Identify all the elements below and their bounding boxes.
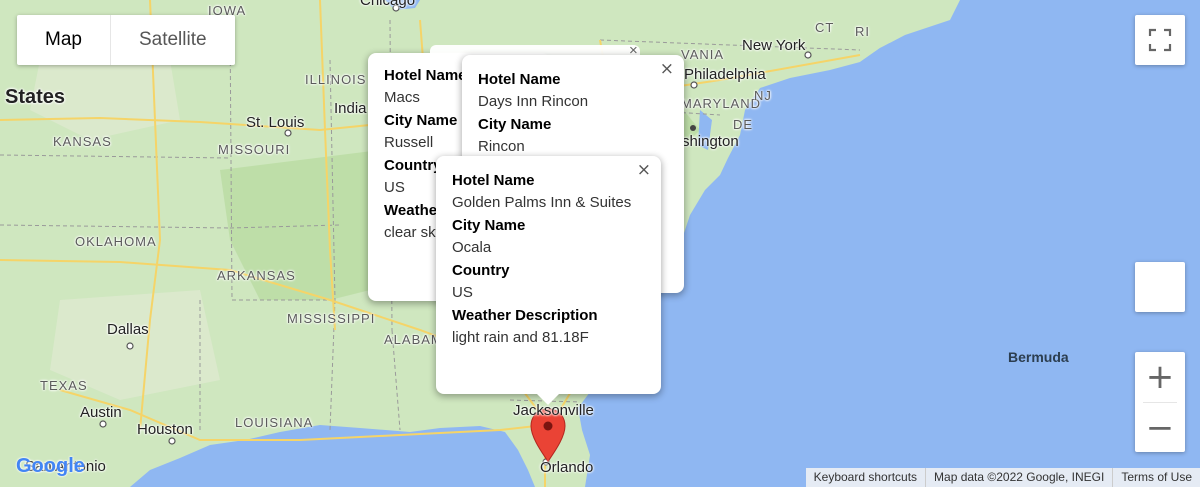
state-label-connecticut: CT [815, 20, 835, 35]
city-label-chicago: Chicago [360, 0, 416, 9]
info-key: City Name [478, 116, 552, 133]
state-label-oklahoma: OKLAHOMA [75, 234, 157, 249]
state-label-missouri: MISSOURI [218, 142, 291, 157]
city-label-houston: Houston [137, 421, 193, 438]
city-label-indianapolis: India [334, 100, 367, 117]
state-label-illinois: ILLINOIS [305, 72, 367, 87]
info-key: Hotel Name [478, 71, 561, 88]
info-key: Country [452, 262, 510, 279]
google-logo-text: Google [16, 455, 85, 477]
state-label-rhode-island: RI [855, 24, 870, 39]
state-label-texas: TEXAS [40, 378, 88, 393]
state-label-delaware: DE [733, 117, 754, 132]
country-label: States [5, 86, 66, 108]
fullscreen-button[interactable] [1135, 15, 1185, 65]
close-icon[interactable]: × [637, 160, 651, 180]
map-type-satellite-button[interactable]: Satellite [109, 15, 235, 65]
state-label-pennsylvania: VANIA [681, 47, 725, 62]
city-label-orlando: Orlando [540, 459, 594, 476]
map-data-text: Map data ©2022 Google, INEGI [925, 468, 1112, 487]
state-label-new-jersey: NJ [754, 88, 772, 103]
map-type-map-button[interactable]: Map [17, 15, 110, 65]
info-value: Days Inn Rincon [478, 93, 589, 110]
info-key: Weather Description [452, 307, 598, 324]
city-label-philadelphia: Philadelphia [684, 66, 766, 83]
info-key: City Name [452, 217, 526, 234]
pegman-button[interactable] [1135, 262, 1185, 312]
state-label-louisiana: LOUISIANA [235, 415, 314, 430]
info-value: Ocala [452, 239, 492, 256]
info-window-pointer [536, 393, 560, 405]
zoom-out-button[interactable]: − [1135, 403, 1185, 453]
info-value: light rain and 81.18F [452, 329, 589, 346]
info-window-golden-palms: × Hotel Name Golden Palms Inn & Suites C… [436, 156, 661, 394]
info-value: US [452, 284, 473, 301]
state-label-mississippi: MISSISSIPPI [287, 311, 376, 326]
google-logo: Google [16, 455, 85, 478]
ocean-label-bermuda: Bermuda [1008, 349, 1069, 365]
close-icon[interactable]: × [660, 59, 674, 79]
map-canvas[interactable]: IOWA Chicago States ILLINOIS India KANSA… [0, 0, 1200, 487]
state-label-maryland: MARYLAND [681, 96, 762, 111]
fullscreen-icon [1148, 28, 1172, 52]
city-label-st-louis: St. Louis [246, 114, 305, 131]
attribution-bar: Keyboard shortcuts Map data ©2022 Google… [805, 468, 1200, 487]
city-label-dallas: Dallas [107, 321, 149, 338]
info-key: Hotel Name [452, 172, 535, 189]
city-label-new-york: New York [742, 37, 806, 54]
zoom-in-button[interactable]: + [1135, 352, 1185, 402]
map-type-control: Map Satellite [17, 15, 235, 65]
state-label-arkansas: ARKANSAS [217, 268, 296, 283]
terms-of-use-link[interactable]: Terms of Use [1112, 468, 1200, 487]
info-value: Golden Palms Inn & Suites [452, 194, 632, 211]
state-label-kansas: KANSAS [53, 134, 112, 149]
city-label-austin: Austin [80, 404, 122, 421]
info-value: Rincon [478, 138, 525, 155]
keyboard-shortcuts-link[interactable]: Keyboard shortcuts [806, 468, 925, 487]
zoom-control: + − [1135, 352, 1185, 452]
